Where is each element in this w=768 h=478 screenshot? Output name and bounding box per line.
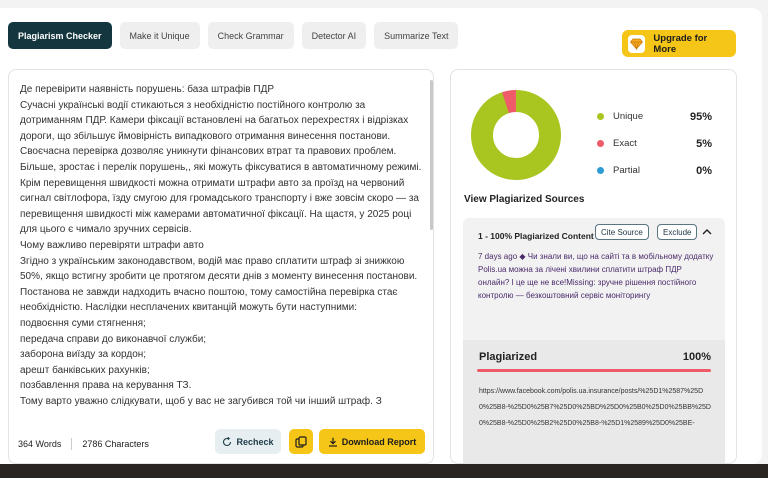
cite-source-button[interactable]: Cite Source [595, 224, 649, 240]
copy-icon [295, 435, 307, 448]
result-legend: Unique 95% Exact 5% Partial 0% [597, 103, 712, 184]
tab-make-it-unique[interactable]: Make it Unique [119, 22, 200, 49]
chevron-up-icon[interactable] [700, 225, 714, 239]
tab-detector-ai[interactable]: Detector AI [301, 22, 367, 49]
download-label: Download Report [341, 436, 417, 447]
recheck-label: Recheck [236, 436, 274, 447]
editor-footer: 364 Words 2786 Characters Recheck Downlo [9, 424, 433, 463]
editor-content[interactable]: Де перевірити наявність порушень: база ш… [20, 82, 426, 422]
source-url-link[interactable]: https://www.facebook.com/polis.ua.insura… [479, 384, 713, 432]
exact-dot [597, 140, 604, 147]
tab-summarize-text[interactable]: Summarize Text [374, 22, 459, 49]
exclude-button[interactable]: Exclude [657, 224, 698, 240]
plagiarized-box: Plagiarized 100% https://www.facebook.co… [463, 340, 725, 463]
character-count: 2786 Characters [82, 439, 149, 449]
editor-scrollbar[interactable] [430, 80, 433, 230]
editor-line: Сучасні українські водії стикаються з не… [20, 99, 422, 173]
plagiarized-bar [477, 369, 711, 372]
tab-plagiarism-checker[interactable]: Plagiarism Checker [8, 22, 112, 49]
upgrade-button[interactable]: Upgrade for More [622, 30, 736, 57]
legend-label: Partial [613, 165, 640, 176]
legend-value: 95% [689, 110, 712, 123]
uniqueness-donut-chart [471, 90, 561, 180]
source-card: 1 - 100% Plagiarized Content Cite Source… [463, 218, 725, 463]
text-editor[interactable]: Де перевірити наявність порушень: база ш… [8, 69, 434, 464]
upgrade-label: Upgrade for More [653, 32, 708, 55]
plagiarized-label: Plagiarized [479, 351, 538, 363]
editor-line: арешт банківських рахунків; [20, 364, 150, 376]
legend-exact: Exact 5% [597, 130, 712, 157]
diamond-icon [628, 34, 646, 53]
editor-line: заборона виїзду за кордон; [20, 349, 147, 361]
legend-unique: Unique 95% [597, 103, 712, 130]
editor-line: Де перевірити наявність порушень: база ш… [20, 84, 275, 95]
legend-value: 0% [696, 164, 712, 177]
editor-line: передача справи до виконавчої служби; [20, 333, 207, 345]
tab-check-grammar[interactable]: Check Grammar [207, 22, 294, 49]
editor-line: Згідно з українським законодавством, вод… [20, 255, 418, 314]
editor-line: подвоєння суми стягнення; [20, 317, 146, 329]
legend-partial: Partial 0% [597, 157, 712, 184]
view-sources-title: View Plagiarized Sources [464, 194, 585, 205]
editor-line: позбавлення права на керування ТЗ. [20, 380, 192, 392]
bottom-strip [0, 464, 768, 478]
results-panel: Unique 95% Exact 5% Partial 0% View Plag… [450, 69, 737, 464]
editor-line: Тому варто уважно слідкувати, щоб у вас … [20, 395, 382, 407]
divider [71, 438, 73, 450]
legend-value: 5% [696, 137, 712, 150]
source-heading: 1 - 100% Plagiarized Content [478, 231, 594, 241]
editor-line: Крім перевищення швидкості можна отримат… [20, 177, 419, 236]
plagiarized-value: 100% [682, 351, 711, 363]
editor-line: Чому важливо перевіряти штрафи авто [20, 239, 204, 251]
word-count: 364 Words [18, 439, 62, 449]
recheck-button[interactable]: Recheck [215, 429, 281, 454]
partial-dot [597, 167, 604, 174]
donut-unique-arc [471, 90, 561, 180]
source-snippet: 7 days ago ◆ Чи знали ви, що на сайті та… [478, 252, 714, 300]
copy-button[interactable] [289, 429, 313, 454]
legend-label: Unique [613, 111, 644, 122]
refresh-icon [223, 436, 232, 446]
unique-dot [597, 113, 604, 120]
mode-tabs: Plagiarism Checker Make it Unique Check … [8, 22, 459, 49]
legend-label: Exact [613, 138, 637, 149]
download-icon [328, 437, 337, 447]
download-report-button[interactable]: Download Report [319, 429, 425, 454]
